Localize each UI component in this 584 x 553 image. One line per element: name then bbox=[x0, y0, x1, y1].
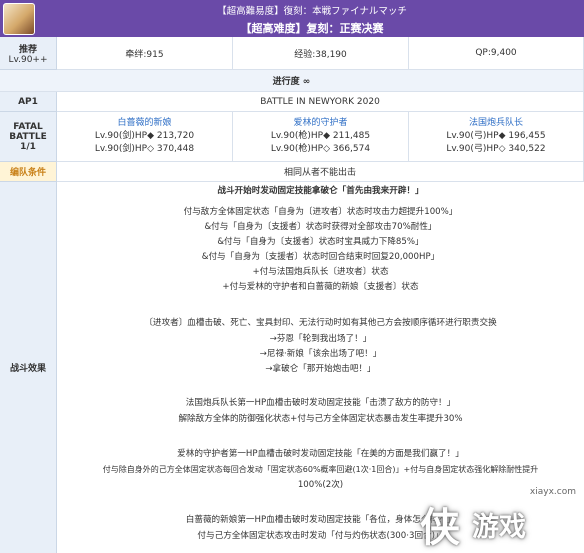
stage-name: BATTLE IN NEWYORK 2020 bbox=[57, 92, 584, 112]
effect-line: &付与「自身为〔支援者〕状态时回合结束时回复20,000HP」 bbox=[201, 252, 440, 262]
watermark-site: xiayx.com bbox=[529, 487, 576, 497]
battle-label-count: 1/1 bbox=[20, 141, 36, 152]
enemy-link[interactable]: 法国炮兵队长 bbox=[469, 117, 523, 130]
battle-label-battle: BATTLE bbox=[9, 131, 47, 142]
effect-line: +付与爱林的守护者和白蔷薇的新娘〔支援者〕状态 bbox=[222, 282, 419, 292]
effect-line: 〔进攻者〕血槽击破、死亡、宝具封印、无法行动时如有其他己方会按顺序循环进行职责交… bbox=[144, 318, 497, 328]
enemy-link[interactable]: 白蔷薇的新娘 bbox=[117, 117, 171, 130]
quest-subtitle: 【超高難易度】復刻：本戦ファイナルマッチ bbox=[217, 6, 407, 17]
effect-line: →尼禄·新娘「该余出场了吧！」 bbox=[259, 349, 382, 359]
effect-line: &付与「自身为〔支援者〕状态时宝具威力下降85%」 bbox=[217, 237, 424, 247]
effects-label: 战斗效果 bbox=[0, 182, 57, 553]
exp-value: 经验:38,190 bbox=[233, 37, 409, 70]
enemy-column: 白蔷薇的新娘 Lv.90(剑)HP◆ 213,720 Lv.90(剑)HP◇ 3… bbox=[57, 112, 233, 162]
effect-line: 战斗开始时发动固定技能拿破仑「首先由我来开辟！」 bbox=[217, 186, 424, 196]
battle-label: FATAL BATTLE 1/1 bbox=[0, 112, 57, 162]
battle-label-fatal: FATAL bbox=[13, 121, 43, 132]
progress-text: 进行度 ∞ bbox=[272, 77, 311, 87]
enemy-column: 爱林的守护者 Lv.90(枪)HP◆ 211,485 Lv.90(枪)HP◇ 3… bbox=[233, 112, 409, 162]
bond-value: 牵绊:915 bbox=[57, 37, 233, 70]
enemy-hp: Lv.90(剑)HP◇ 370,448 bbox=[94, 144, 195, 154]
qp-value: QP:9,400 bbox=[409, 37, 584, 70]
enemy-hp: Lv.90(弓)HP◆ 196,455 bbox=[446, 131, 546, 141]
effect-line: →拿破仑「那开始炮击吧！」 bbox=[265, 364, 376, 374]
quest-header: 【超高難易度】復刻：本戦ファイナルマッチ 【超高难度】复刻：正赛决赛 bbox=[0, 0, 584, 37]
effect-line: →芬恩「轮到我出场了！」 bbox=[269, 334, 372, 344]
quest-title: 【超高难度】复刻：正赛决赛 bbox=[240, 22, 384, 35]
quest-thumbnail bbox=[3, 3, 35, 35]
effect-line: &付与「自身为〔支援者〕状态时获得对全部攻击70%耐性」 bbox=[204, 222, 437, 232]
watermark-logo-glyph: 侠 bbox=[420, 505, 460, 551]
enemy-hp: Lv.90(剑)HP◆ 213,720 bbox=[94, 131, 195, 141]
watermark-logo-text: 游戏 bbox=[472, 512, 526, 543]
effect-line: 付与除自身外的己方全体固定状态每回合发动「固定状态60%概率回避(1次·1回合)… bbox=[102, 465, 539, 474]
enemy-hp: Lv.90(枪)HP◆ 211,485 bbox=[270, 131, 371, 141]
progress-row: 进行度 ∞ bbox=[0, 70, 584, 92]
effect-line: +付与法国炮兵队长〔进攻者〕状态 bbox=[252, 267, 389, 277]
effect-line: 爱林的守护者第一HP血槽击破时发动固定技能「在美的方面是我们赢了！」 bbox=[177, 449, 464, 459]
site-watermark: xiayx.com 侠 游戏 bbox=[420, 487, 580, 551]
enemy-hp: Lv.90(枪)HP◇ 366,574 bbox=[270, 144, 371, 154]
enemy-column: 法国炮兵队长 Lv.90(弓)HP◆ 196,455 Lv.90(弓)HP◇ 3… bbox=[409, 112, 584, 162]
team-condition-value: 相同从者不能出击 bbox=[57, 162, 584, 182]
effect-line: 法国炮兵队长第一HP血槽击破时发动固定技能「击溃了敌方的防守！」 bbox=[185, 398, 456, 408]
recommend-text: 推荐 bbox=[18, 44, 37, 55]
effect-line: 付与敌方全体固定状态「自身为〔进攻者〕状态时攻击力超提升100%」 bbox=[183, 207, 458, 217]
recommend-label: 推荐 Lv.90++ bbox=[0, 37, 57, 70]
ap-label: AP1 bbox=[0, 92, 57, 112]
enemy-link[interactable]: 爱林的守护者 bbox=[293, 117, 347, 130]
enemy-hp: Lv.90(弓)HP◇ 340,522 bbox=[446, 144, 546, 154]
team-condition-label: 编队条件 bbox=[0, 162, 57, 182]
recommend-level: Lv.90++ bbox=[8, 54, 48, 65]
effect-line: 解除敌方全体的防御强化状态+付与己方全体固定状态暴击发生率提升30% bbox=[178, 414, 463, 424]
